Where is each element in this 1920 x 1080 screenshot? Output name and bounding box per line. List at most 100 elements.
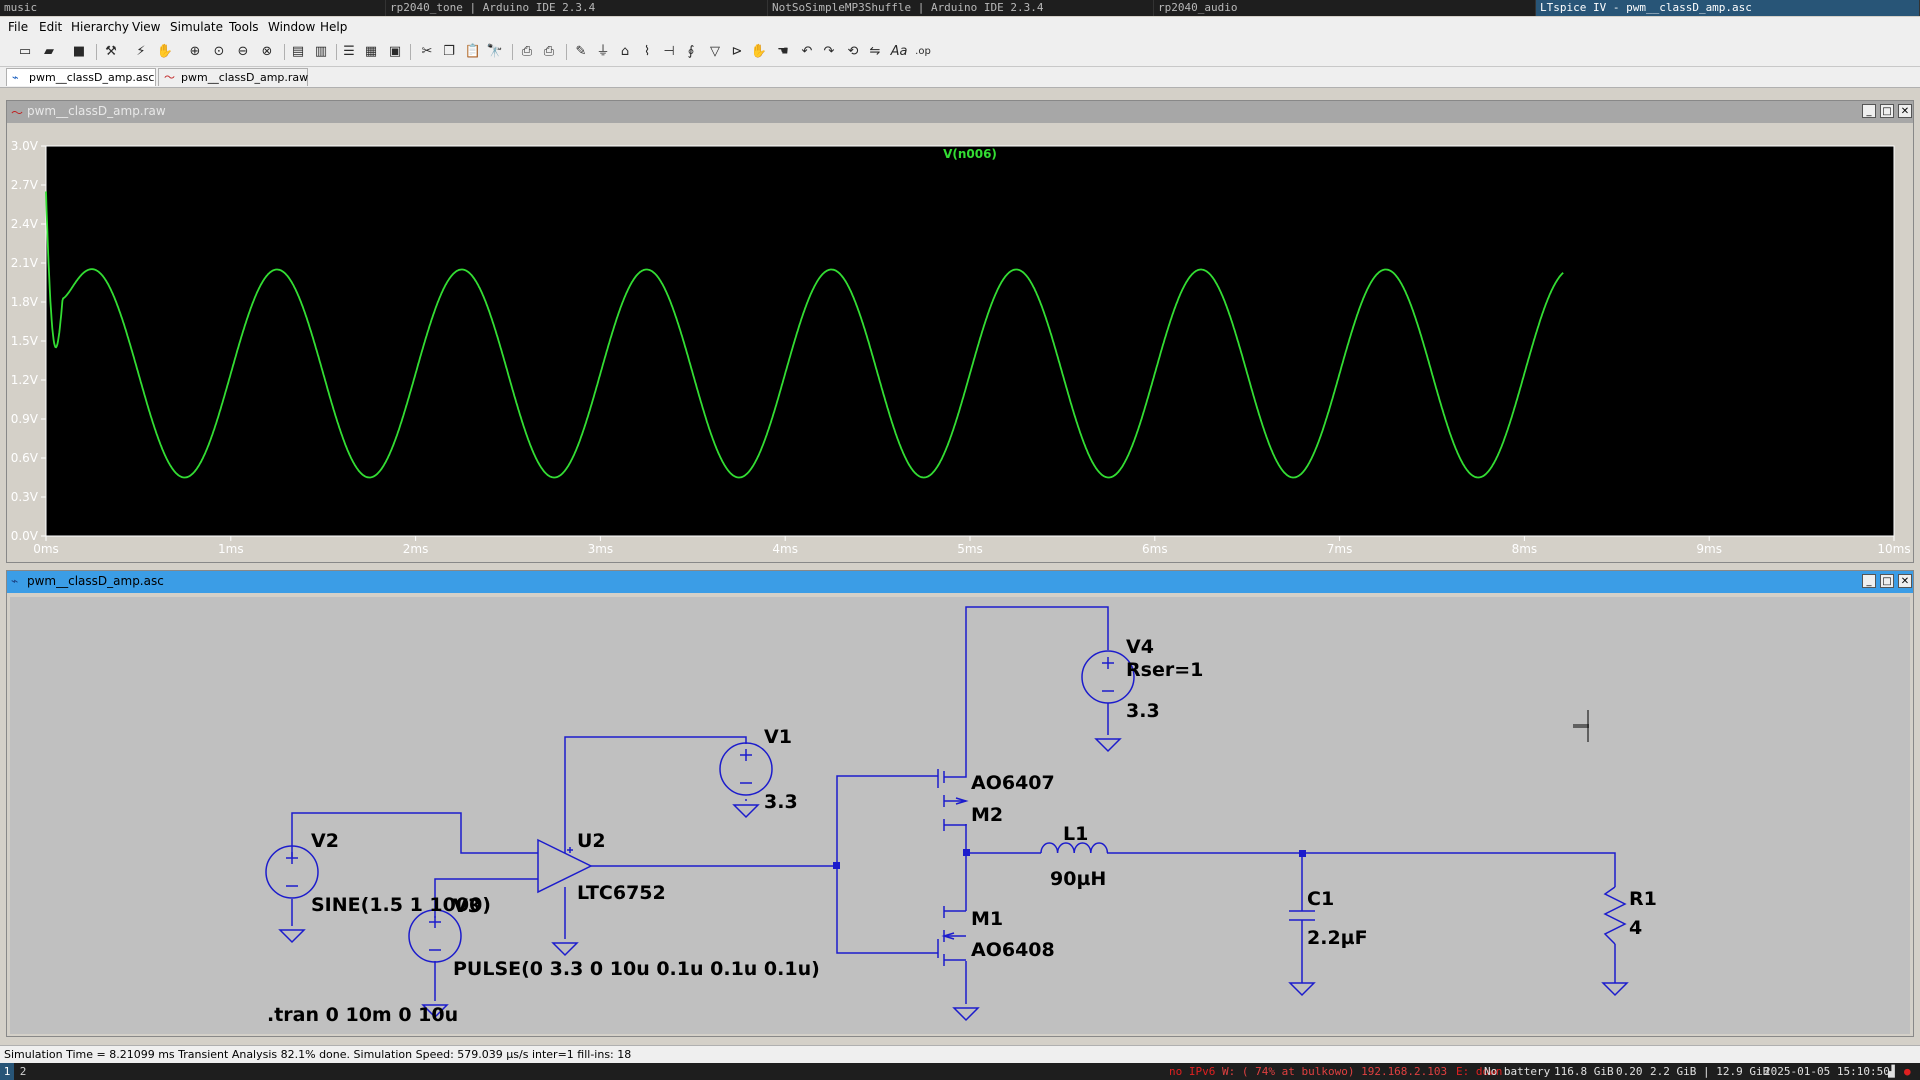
schematic-canvas[interactable]: V4 Rser=1 3.3 V1 3.3 V2 SINE(1.5 1 1000)… [10,597,1910,1034]
schematic-icon: ⌁ [11,574,19,588]
workspace-2[interactable]: 2 [16,1063,30,1080]
x-tick-label: 3ms [588,542,614,556]
x-tick-label: 6ms [1142,542,1168,556]
menu-help[interactable]: Help [320,20,347,34]
y-tick-label: 2.7V [11,178,39,192]
cascade-icon[interactable]: ▣ [386,43,404,61]
component-icon[interactable]: ⊳ [728,43,746,61]
new-schematic-icon[interactable]: ▭ [16,43,34,61]
workspace-1[interactable]: 1 [0,1063,14,1080]
text-icon[interactable]: Aa [890,43,908,61]
zoom-pan-icon[interactable]: ⊙ [210,43,228,61]
menu-tools[interactable]: Tools [229,20,259,34]
load-status: 0.20 [1616,1065,1643,1078]
close-button[interactable]: ✕ [1898,104,1912,118]
print-icon[interactable]: ⎙ [540,43,558,61]
find-icon[interactable]: 🔭 [486,43,504,61]
y-tick-label: 1.5V [11,334,39,348]
wm-tab-arduino-mp3[interactable]: NotSoSimpleMP3Shuffle | Arduino IDE 2.3.… [768,0,1154,16]
waveform-icon: 〜 [11,106,24,120]
rotate-icon[interactable]: ⟲ [844,43,862,61]
copy-icon[interactable]: ❐ [440,43,458,61]
maximize-button[interactable]: □ [1880,104,1894,118]
zoom-in-icon[interactable]: ⊕ [186,43,204,61]
undo-icon[interactable]: ↶ [798,43,816,61]
r1-label: R1 [1629,888,1657,910]
x-tick-label: 9ms [1696,542,1722,556]
x-tick-label: 7ms [1327,542,1353,556]
battery-status: No battery [1484,1065,1551,1078]
network-icon: ● [1904,1065,1911,1078]
halt-icon[interactable]: ✋ [156,43,174,61]
maximize-button[interactable]: □ [1880,574,1894,588]
clock: 2025-01-05 15:10:50 [1764,1065,1890,1078]
m2-label: M2 [971,804,1003,826]
wm-tab-music[interactable]: music [0,0,386,16]
y-tick-label: 3.0V [11,139,39,153]
move-icon[interactable]: ✋ [750,43,768,61]
autorange-icon[interactable]: ▤ [289,43,307,61]
schematic-title-bar[interactable]: ⌁ pwm__classD_amp.asc _ □ ✕ [7,571,1913,593]
r1-value-label: 4 [1629,917,1642,939]
y-tick-label: 2.1V [11,256,39,270]
print-setup-icon[interactable]: ⎙ [518,43,536,61]
u2-part-label: LTC6752 [577,882,666,904]
drag-icon[interactable]: ☚ [774,43,792,61]
menu-hierarchy[interactable]: Hierarchy [71,20,129,34]
minimize-button[interactable]: _ [1862,574,1876,588]
close-button[interactable]: ✕ [1898,574,1912,588]
control-panel-icon[interactable]: ⚒ [102,43,120,61]
c1-value-label: 2.2µF [1307,927,1368,949]
inductor-icon[interactable]: ∮ [682,43,700,61]
menu-bar: File Edit Hierarchy View Simulate Tools … [0,17,1920,38]
open-icon[interactable]: ▰ [40,43,58,61]
diode-icon[interactable]: ▽ [706,43,724,61]
menu-edit[interactable]: Edit [39,20,62,34]
zoom-fit-icon[interactable]: ⊗ [258,43,276,61]
c1-label: C1 [1307,888,1334,910]
menu-simulate[interactable]: Simulate [170,20,223,34]
waveform-title-bar[interactable]: 〜 pwm__classD_amp.raw _ □ ✕ [7,101,1913,123]
cancel-icon[interactable]: ▥ [312,43,330,61]
x-tick-label: 2ms [403,542,429,556]
tab-waveform[interactable]: 〜 pwm__classD_amp.raw [158,68,308,86]
redo-icon[interactable]: ↷ [820,43,838,61]
window-manager-bar: music rp2040_tone | Arduino IDE 2.3.4 No… [0,0,1920,16]
wm-tab-arduino-tone[interactable]: rp2040_tone | Arduino IDE 2.3.4 [386,0,768,16]
m1-part-label: AO6408 [971,939,1055,961]
wm-tab-ltspice[interactable]: LTspice IV - pwm__classD_amp.asc [1536,0,1920,16]
x-tick-label: 8ms [1512,542,1538,556]
wire-icon[interactable]: ✎ [572,43,590,61]
tile-vertical-icon[interactable]: ▦ [362,43,380,61]
menu-window[interactable]: Window [268,20,315,34]
waveform-plot[interactable]: 3.0V 2.7V 2.4V 2.1V 1.8V 1.5V 1.2V 0.9V 0.6V 0.3V… [7,123,1913,562]
u2-label: U2 [577,830,606,852]
resistor-icon[interactable]: ⌇ [638,43,656,61]
wm-tab-rp2040-audio[interactable]: rp2040_audio [1154,0,1536,16]
x-tick-label: 10ms [1877,542,1910,556]
y-tick-label: 0.0V [11,529,39,543]
x-tick-label: 0ms [33,542,59,556]
mirror-icon[interactable]: ⇋ [866,43,884,61]
memory-status: 2.2 GiB | 12.9 GiB [1650,1065,1770,1078]
minimize-button[interactable]: _ [1862,104,1876,118]
paste-icon[interactable]: 📋 [464,43,482,61]
tab-schematic[interactable]: ⌁ pwm__classD_amp.asc [6,68,156,86]
document-tabs: ⌁ pwm__classD_amp.asc 〜 pwm__classD_amp.… [0,67,1920,88]
spice-directive-icon[interactable]: .op [914,43,932,61]
ipv6-status: no IPv6 [1169,1065,1216,1078]
x-tick-label: 5ms [957,542,983,556]
cut-icon[interactable]: ✂ [418,43,436,61]
menu-file[interactable]: File [8,20,28,34]
run-icon[interactable]: ⚡ [132,43,150,61]
save-icon[interactable]: ■ [70,43,88,61]
capacitor-icon[interactable]: ⊣ [660,43,678,61]
zoom-out-icon[interactable]: ⊖ [234,43,252,61]
y-tick-label: 1.2V [11,373,39,387]
tile-horizontal-icon[interactable]: ☰ [340,43,358,61]
label-icon[interactable]: ⌂ [616,43,634,61]
tran-directive[interactable]: .tran 0 10m 0 10u [267,1004,458,1026]
tab-schematic-label: pwm__classD_amp.asc [29,71,155,84]
menu-view[interactable]: View [132,20,160,34]
ground-icon[interactable]: ⏚ [594,43,612,61]
